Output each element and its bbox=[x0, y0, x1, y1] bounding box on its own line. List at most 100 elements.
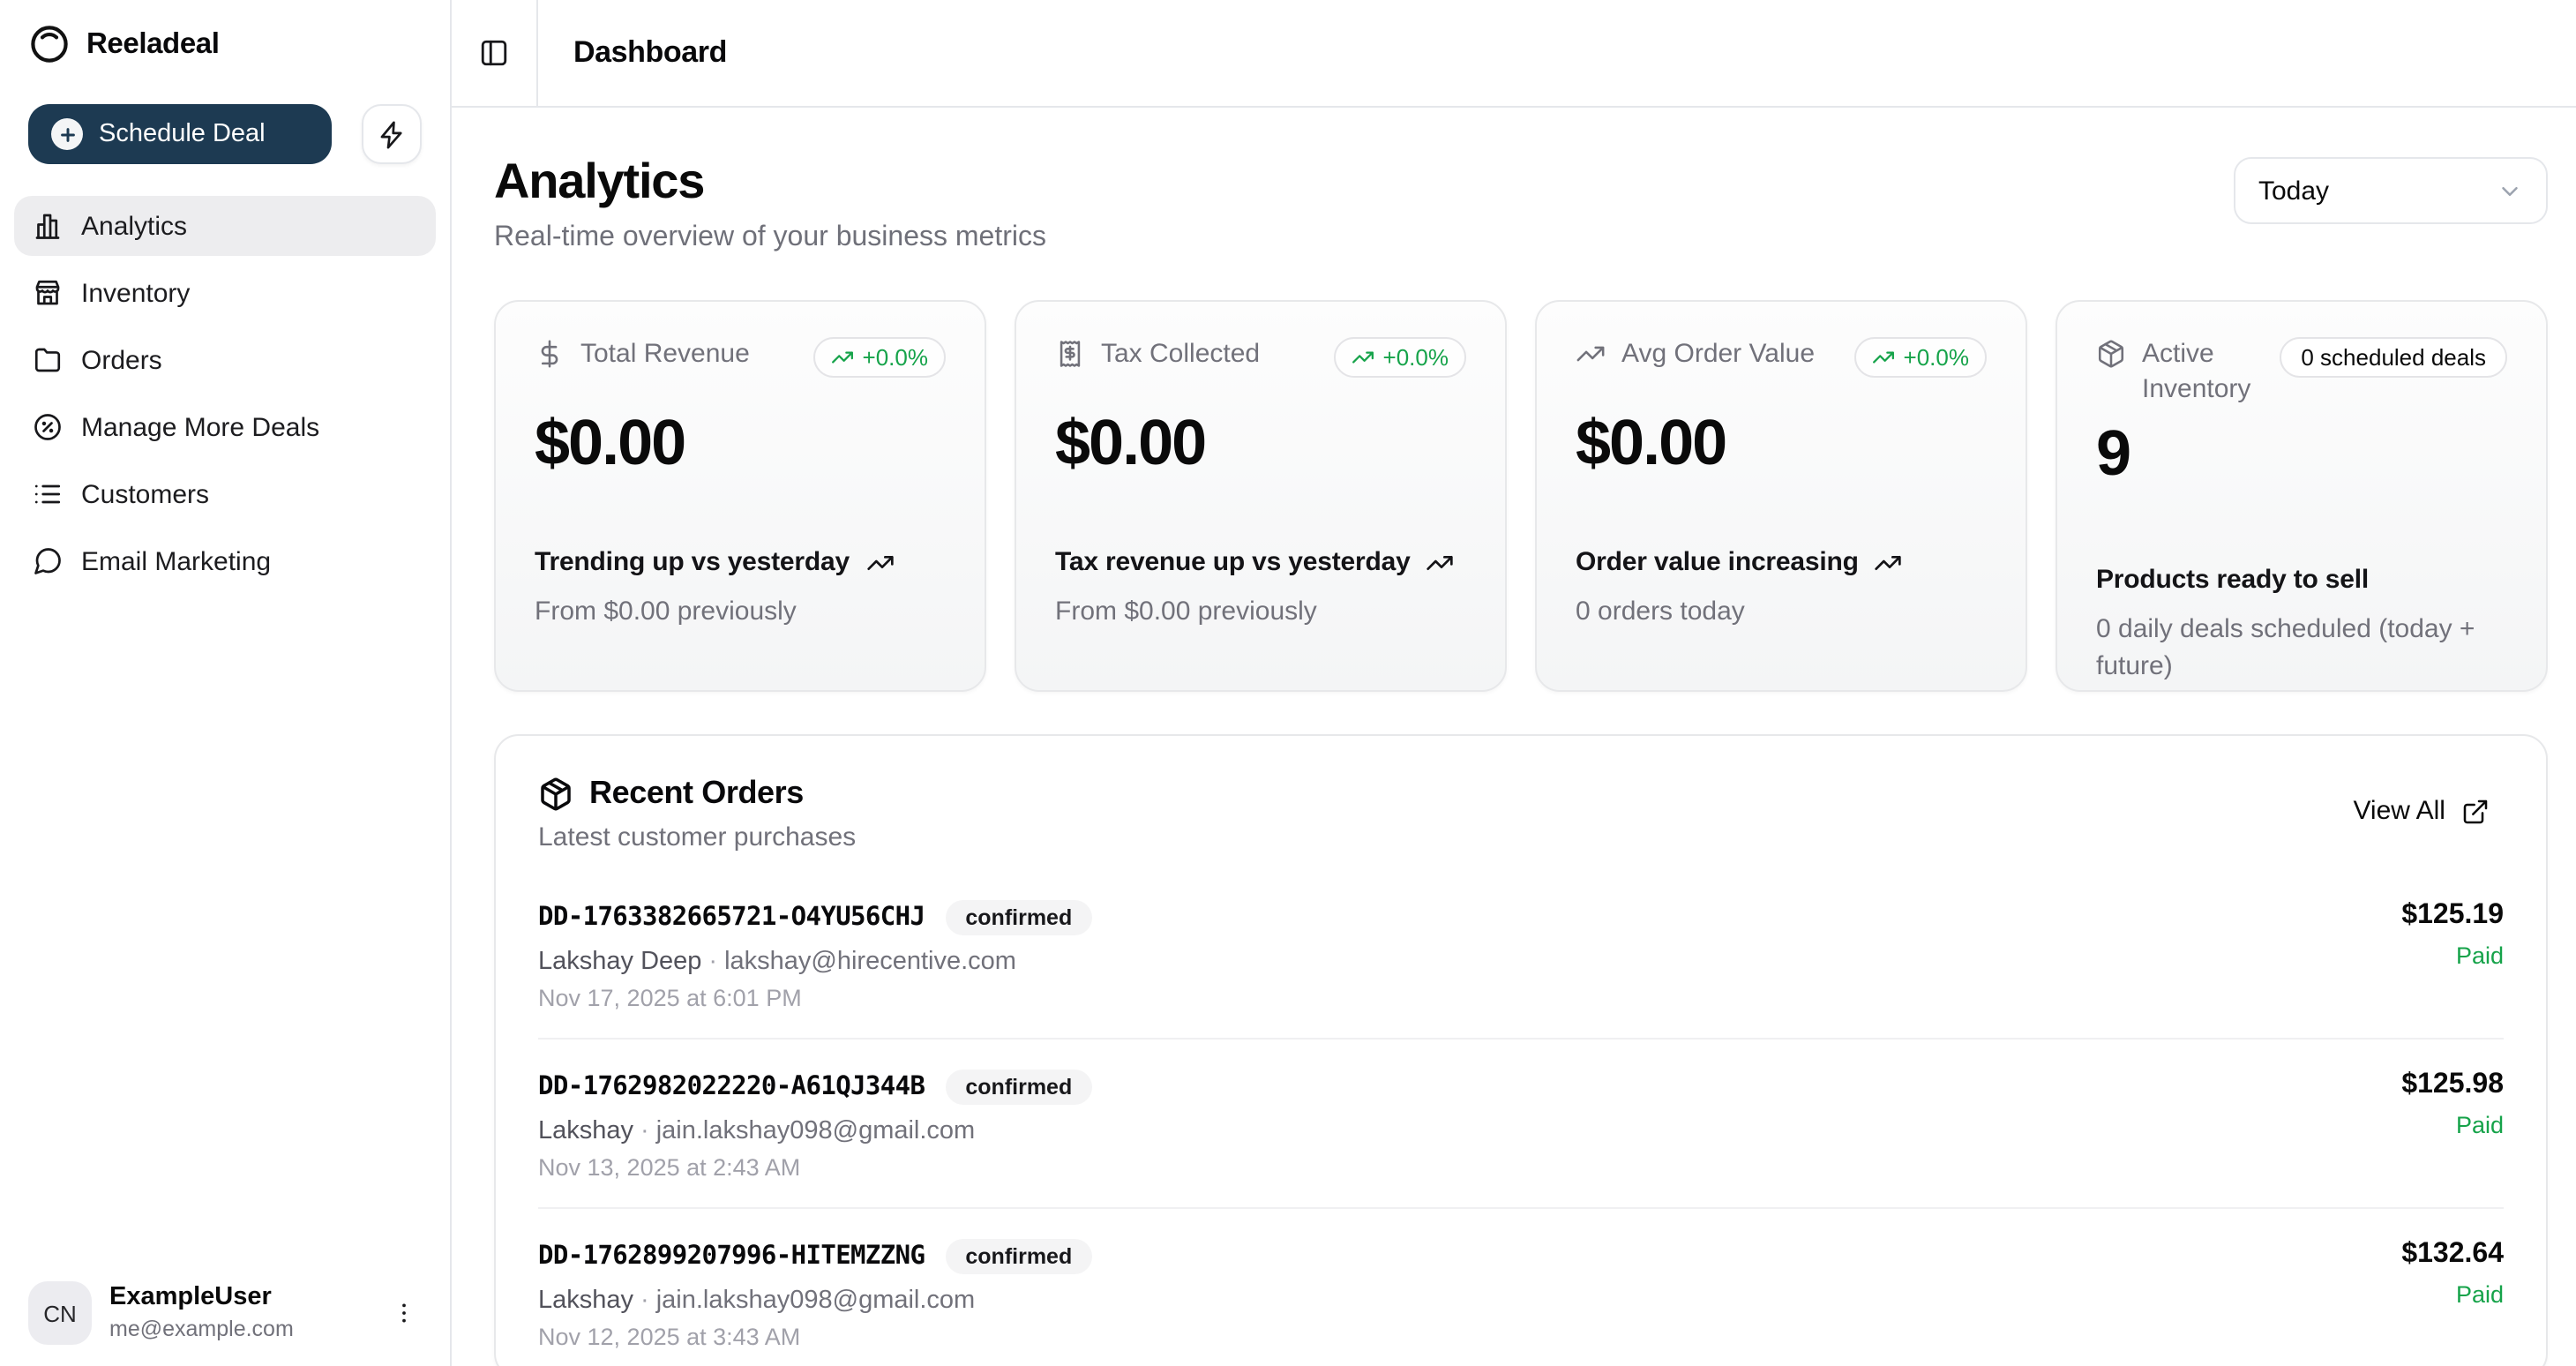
scheduled-deals-badge: 0 scheduled deals bbox=[2280, 337, 2507, 378]
orders-subtitle: Latest customer purchases bbox=[538, 822, 856, 852]
metric-label: Active Inventory bbox=[2142, 337, 2265, 406]
payment-status: Paid bbox=[2401, 1112, 2504, 1138]
metric-cards: Total Revenue +0.0% $0.00 bbox=[494, 300, 2548, 692]
reeladeal-logo-icon bbox=[28, 23, 71, 65]
trending-up-icon bbox=[1427, 548, 1455, 576]
plus-circle-icon bbox=[51, 118, 83, 150]
order-date: Nov 17, 2025 at 6:01 PM bbox=[538, 985, 1091, 1011]
order-row: DD-1763382665721-O4YU56CHJ confirmed Lak… bbox=[538, 870, 2504, 1040]
customer-email: jain.lakshay098@gmail.com bbox=[656, 1287, 976, 1315]
page-subtitle: Real-time overview of your business metr… bbox=[494, 222, 1046, 254]
sidebar-item-label: Manage More Deals bbox=[81, 412, 319, 442]
customer-name: Lakshay bbox=[538, 1287, 633, 1315]
change-badge: +0.0% bbox=[813, 337, 946, 378]
sidebar-item-manage-more-deals[interactable]: Manage More Deals bbox=[14, 397, 436, 457]
user-email: me@example.com bbox=[109, 1317, 365, 1343]
trending-up-icon bbox=[831, 346, 854, 369]
metric-value: 9 bbox=[2096, 417, 2507, 491]
metric-label: Tax Collected bbox=[1101, 337, 1260, 372]
sidebar-item-label: Inventory bbox=[81, 278, 190, 308]
status-badge: confirmed bbox=[946, 1070, 1091, 1105]
order-date: Nov 12, 2025 at 3:43 AM bbox=[538, 1324, 1091, 1350]
receipt-icon bbox=[1055, 339, 1085, 369]
bar-chart-icon bbox=[32, 210, 64, 242]
trend-text: Order value increasing bbox=[1576, 547, 1859, 577]
main-area: Dashboard Analytics Real-time overview o… bbox=[452, 0, 2576, 1366]
period-select[interactable]: Today bbox=[2234, 157, 2548, 224]
trending-up-icon bbox=[1875, 548, 1903, 576]
metric-value: $0.00 bbox=[535, 406, 946, 480]
topbar: Dashboard bbox=[452, 0, 2576, 108]
metric-card-tax-collected: Tax Collected +0.0% $0.00 bbox=[1015, 300, 1507, 692]
metric-note: 0 daily deals scheduled (today + future) bbox=[2096, 611, 2507, 685]
metric-note: From $0.00 previously bbox=[1055, 593, 1466, 630]
sidebar-item-email-marketing[interactable]: Email Marketing bbox=[14, 531, 436, 591]
panel-left-icon bbox=[478, 37, 510, 69]
trend-text: Products ready to sell bbox=[2096, 565, 2369, 595]
order-row: DD-1762899207996-HITEMZZNG confirmed Lak… bbox=[538, 1209, 2504, 1366]
quick-action-button[interactable] bbox=[362, 104, 422, 164]
period-value: Today bbox=[2258, 176, 2329, 206]
change-badge: +0.0% bbox=[1334, 337, 1466, 378]
sidebar-item-label: Orders bbox=[81, 345, 162, 375]
app-window: Reeladeal Schedule Deal bbox=[0, 0, 2576, 1366]
trending-up-icon bbox=[1576, 339, 1606, 369]
customer-email: jain.lakshay098@gmail.com bbox=[656, 1117, 976, 1145]
payment-status: Paid bbox=[2401, 1281, 2504, 1308]
customer-name: Lakshay bbox=[538, 1117, 633, 1145]
sidebar-item-label: Analytics bbox=[81, 211, 187, 241]
sidebar-item-orders[interactable]: Orders bbox=[14, 330, 436, 390]
order-id: DD-1763382665721-O4YU56CHJ bbox=[538, 904, 925, 932]
package-icon bbox=[538, 776, 573, 811]
trending-up-icon bbox=[1352, 346, 1374, 369]
payment-status: Paid bbox=[2401, 942, 2504, 969]
customer-email: lakshay@hirecentive.com bbox=[724, 948, 1016, 976]
order-list: DD-1763382665721-O4YU56CHJ confirmed Lak… bbox=[538, 870, 2504, 1366]
external-link-icon bbox=[2461, 797, 2490, 825]
schedule-deal-button[interactable]: Schedule Deal bbox=[28, 104, 332, 164]
orders-title: Recent Orders bbox=[589, 775, 804, 812]
metric-note: From $0.00 previously bbox=[535, 593, 946, 630]
sidebar: Reeladeal Schedule Deal bbox=[0, 0, 452, 1366]
order-id: DD-1762982022220-A61QJ344B bbox=[538, 1073, 925, 1101]
user-menu-button[interactable] bbox=[383, 1292, 425, 1334]
chevron-down-icon bbox=[2497, 177, 2523, 204]
sidebar-toggle-button[interactable] bbox=[468, 26, 520, 79]
schedule-deal-label: Schedule Deal bbox=[99, 120, 266, 148]
user-menu[interactable]: CN ExampleUser me@example.com bbox=[0, 1264, 450, 1366]
sidebar-item-inventory[interactable]: Inventory bbox=[14, 263, 436, 323]
order-row: DD-1762982022220-A61QJ344B confirmed Lak… bbox=[538, 1040, 2504, 1209]
sidebar-item-customers[interactable]: Customers bbox=[14, 464, 436, 524]
app-name: Reeladeal bbox=[86, 27, 220, 61]
dollar-icon bbox=[535, 339, 565, 369]
zap-icon bbox=[377, 119, 407, 149]
sidebar-item-analytics[interactable]: Analytics bbox=[14, 196, 436, 256]
trend-text: Tax revenue up vs yesterday bbox=[1055, 547, 1411, 577]
metric-label: Avg Order Value bbox=[1621, 337, 1815, 372]
store-icon bbox=[32, 277, 64, 309]
sidebar-actions: Schedule Deal bbox=[0, 104, 450, 164]
page-title: Analytics bbox=[494, 154, 1046, 210]
sidebar-item-label: Customers bbox=[81, 479, 209, 509]
metric-card-total-revenue: Total Revenue +0.0% $0.00 bbox=[494, 300, 986, 692]
message-circle-icon bbox=[32, 545, 64, 577]
status-badge: confirmed bbox=[946, 1239, 1091, 1274]
order-amount: $125.19 bbox=[2401, 900, 2504, 932]
trending-up-icon bbox=[1872, 346, 1895, 369]
sidebar-item-label: Email Marketing bbox=[81, 546, 271, 576]
package-icon bbox=[2096, 339, 2126, 369]
customer-name: Lakshay Deep bbox=[538, 948, 701, 976]
metric-card-active-inventory: Active Inventory 0 scheduled deals 9 Pro… bbox=[2056, 300, 2548, 692]
order-id: DD-1762899207996-HITEMZZNG bbox=[538, 1242, 925, 1271]
recent-orders-card: Recent Orders Latest customer purchases … bbox=[494, 734, 2548, 1366]
view-all-button[interactable]: View All bbox=[2339, 785, 2504, 837]
order-amount: $125.98 bbox=[2401, 1070, 2504, 1101]
user-name: ExampleUser bbox=[109, 1283, 365, 1314]
avatar: CN bbox=[28, 1281, 92, 1345]
sidebar-nav: Analytics Inventory Orders bbox=[14, 196, 436, 591]
change-badge: +0.0% bbox=[1854, 337, 1987, 378]
folder-icon bbox=[32, 344, 64, 376]
status-badge: confirmed bbox=[946, 900, 1091, 935]
list-icon bbox=[32, 478, 64, 510]
content: Analytics Real-time overview of your bus… bbox=[452, 108, 2576, 1366]
